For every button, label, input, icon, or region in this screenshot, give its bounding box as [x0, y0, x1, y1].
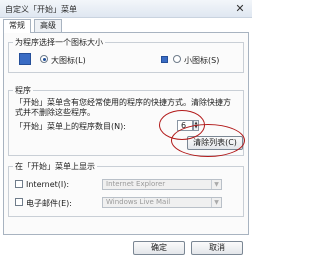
- chevron-down-icon: ▼: [211, 180, 221, 189]
- title-bar: 自定义「开始」菜单 ✕: [0, 0, 252, 18]
- dialog-footer: 确定 取消: [0, 236, 252, 259]
- email-select-value: Windows Live Mail: [106, 198, 171, 206]
- small-icon-preview-icon: [161, 56, 168, 63]
- small-icon-radio[interactable]: [173, 55, 181, 63]
- annotation-circle-clear: [171, 124, 245, 157]
- programs-description: 「开始」菜单含有您经常使用的程序的快捷方式。清除快捷方式并不删除这些程序。: [15, 98, 231, 117]
- icon-size-legend: 为程序选择一个图标大小: [13, 37, 105, 48]
- internet-select-value: Internet Explorer: [106, 180, 166, 188]
- small-icon-label: 小图标(S): [184, 56, 220, 65]
- large-icon-label: 大图标(L): [51, 56, 86, 65]
- internet-checkbox[interactable]: [15, 180, 23, 188]
- tab-general[interactable]: 常规: [3, 19, 31, 33]
- internet-select[interactable]: Internet Explorer ▼: [102, 179, 222, 190]
- window-title: 自定义「开始」菜单: [5, 5, 77, 14]
- large-icon-preview-icon: [19, 53, 31, 65]
- chevron-down-icon: ▼: [211, 198, 221, 207]
- internet-label: Internet(I):: [26, 180, 70, 189]
- large-icon-radio[interactable]: [40, 55, 48, 63]
- show-on-start-group: 在「开始」菜单上显示 Internet(I): Internet Explore…: [8, 161, 244, 217]
- close-icon[interactable]: ✕: [233, 2, 247, 15]
- program-count-label: 「开始」菜单上的程序数目(N):: [15, 122, 126, 131]
- programs-legend: 程序: [13, 85, 33, 96]
- icon-size-group: 为程序选择一个图标大小 大图标(L) 小图标(S): [8, 37, 244, 73]
- email-select[interactable]: Windows Live Mail ▼: [102, 197, 222, 208]
- email-checkbox[interactable]: [15, 198, 23, 206]
- cancel-button[interactable]: 取消: [191, 241, 243, 255]
- tab-advanced[interactable]: 高级: [34, 19, 62, 32]
- show-on-start-legend: 在「开始」菜单上显示: [13, 161, 97, 172]
- email-label: 电子邮件(E):: [26, 199, 72, 208]
- ok-button[interactable]: 确定: [133, 241, 185, 255]
